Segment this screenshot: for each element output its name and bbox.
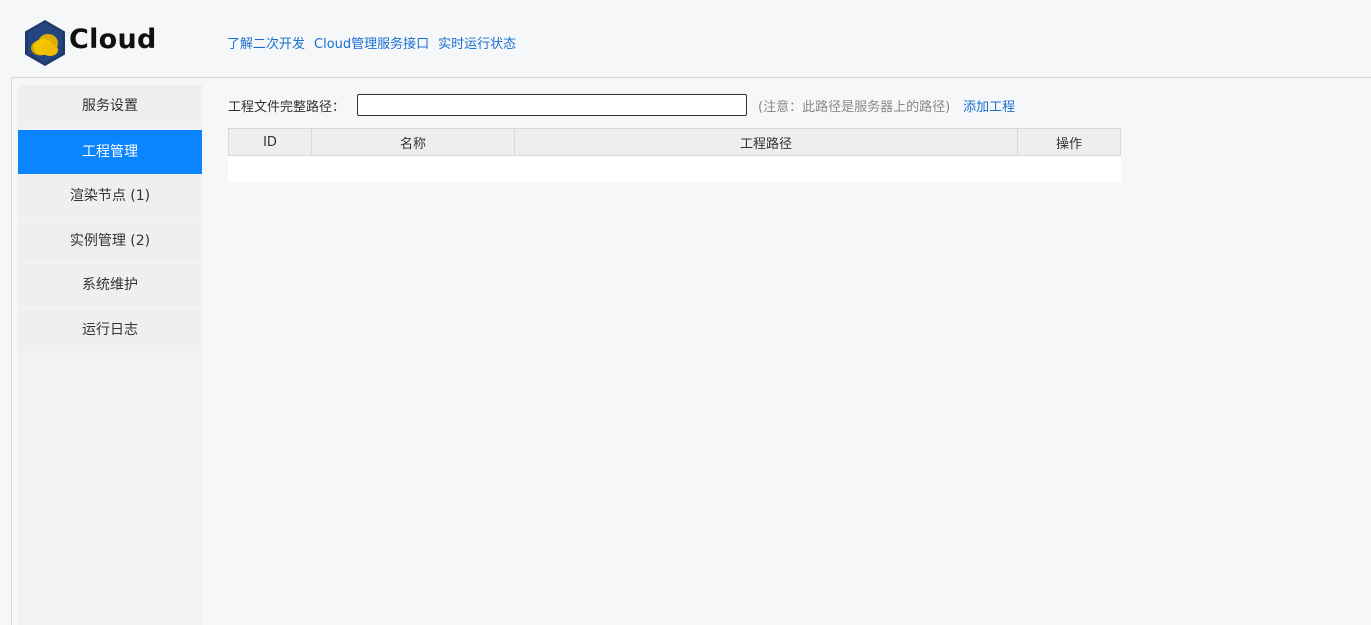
- add-project-link[interactable]: 添加工程: [963, 96, 1015, 115]
- main-frame: 服务设置 工程管理 渲染节点 (1) 实例管理 (2) 系统维护 运行日志 工程…: [11, 77, 1371, 625]
- column-header-actions: 操作: [1017, 128, 1121, 156]
- page: Cloud 了解二次开发 Cloud管理服务接口 实时运行状态 服务设置 工程管…: [0, 0, 1371, 625]
- sidebar-item-service-settings[interactable]: 服务设置: [18, 85, 202, 127]
- column-header-id: ID: [228, 128, 312, 156]
- sidebar-item-render-nodes[interactable]: 渲染节点 (1): [18, 175, 202, 217]
- nav-link-runtime-status[interactable]: 实时运行状态: [438, 36, 516, 54]
- nav-link-dev-docs[interactable]: 了解二次开发: [227, 36, 305, 54]
- project-path-row: 工程文件完整路径： (注意：此路径是服务器上的路径) 添加工程: [228, 92, 1128, 118]
- project-path-label: 工程文件完整路径：: [228, 99, 346, 115]
- sidebar-item-system-maintenance[interactable]: 系统维护: [18, 264, 202, 306]
- nav-link-management-api[interactable]: Cloud管理服务接口: [314, 36, 429, 54]
- sidebar-item-run-logs[interactable]: 运行日志: [18, 309, 202, 351]
- app-header: Cloud 了解二次开发 Cloud管理服务接口 实时运行状态: [0, 0, 1371, 77]
- column-header-path: 工程路径: [514, 128, 1018, 156]
- sidebar-item-instance-management[interactable]: 实例管理 (2): [18, 220, 202, 262]
- project-path-input[interactable]: [357, 94, 748, 116]
- cloud-logo-icon: [25, 20, 65, 66]
- table-header-row: ID 名称 工程路径 操作: [228, 128, 1121, 156]
- sidebar-item-project-management[interactable]: 工程管理: [18, 130, 202, 174]
- table-empty-row: [228, 155, 1121, 182]
- project-table: ID 名称 工程路径 操作: [228, 128, 1121, 182]
- project-path-note: (注意：此路径是服务器上的路径): [758, 99, 951, 115]
- top-nav: 了解二次开发 Cloud管理服务接口 实时运行状态: [227, 36, 516, 54]
- brand-title: Cloud: [69, 24, 157, 55]
- column-header-name: 名称: [311, 128, 515, 156]
- table-empty-cell: [228, 155, 1121, 182]
- sidebar: 服务设置 工程管理 渲染节点 (1) 实例管理 (2) 系统维护 运行日志: [18, 85, 202, 625]
